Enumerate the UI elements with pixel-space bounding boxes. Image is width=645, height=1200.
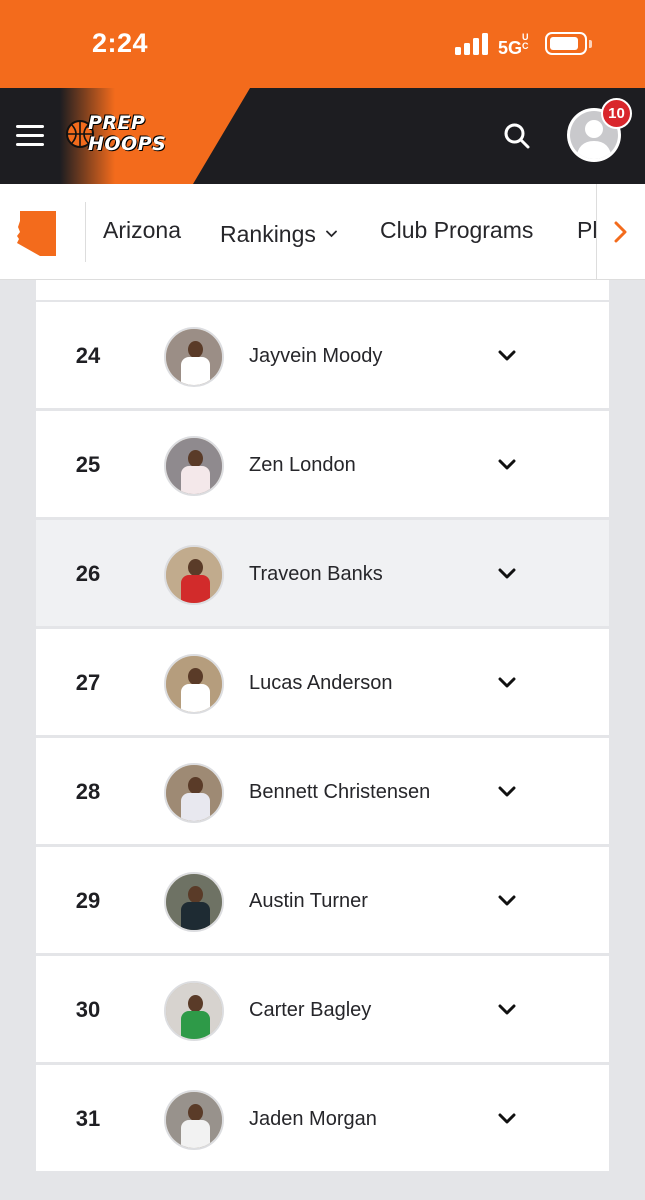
nav-item-arizona[interactable]: Arizona: [103, 217, 181, 244]
player-rank: 28: [75, 779, 101, 804]
table-row[interactable]: 27 Lucas Anderson: [36, 629, 609, 737]
player-name[interactable]: Zen London: [249, 411, 356, 519]
player-name[interactable]: Jaden Morgan: [249, 1065, 377, 1173]
player-name[interactable]: Lucas Anderson: [249, 629, 392, 737]
nav-item-rankings-label: Rankings: [220, 221, 316, 247]
chevron-down-icon[interactable]: [498, 1113, 516, 1125]
table-row[interactable]: 30 Carter Bagley: [36, 956, 609, 1064]
player-photo[interactable]: [164, 1090, 224, 1150]
nav-divider: [85, 202, 86, 262]
search-icon[interactable]: [503, 122, 531, 150]
player-rank: 24: [75, 343, 101, 368]
player-photo[interactable]: [164, 436, 224, 496]
chevron-down-icon[interactable]: [498, 350, 516, 362]
chevron-down-icon[interactable]: [498, 1004, 516, 1016]
chevron-down-icon[interactable]: [498, 568, 516, 580]
player-rank: 31: [75, 1106, 101, 1131]
cellular-signal-icon: [455, 33, 489, 55]
battery-icon: [545, 32, 592, 55]
logo-wordmark: PREP HOOPS: [88, 113, 166, 155]
chevron-down-icon[interactable]: [498, 459, 516, 471]
chevron-down-icon[interactable]: [498, 677, 516, 689]
player-photo[interactable]: [164, 872, 224, 932]
chevron-down-icon[interactable]: [498, 895, 516, 907]
table-row[interactable]: 31 Jaden Morgan: [36, 1065, 609, 1173]
logo-line-1: PREP: [88, 112, 146, 134]
chevron-down-icon: [325, 217, 337, 244]
prep-hoops-logo[interactable]: PREP HOOPS: [66, 112, 184, 160]
player-rank: 25: [75, 452, 101, 477]
player-name[interactable]: Carter Bagley: [249, 956, 371, 1064]
network-indicator: 5GUC: [498, 33, 532, 59]
site-header: PREP HOOPS: [0, 88, 645, 184]
nav-item-players[interactable]: Pl: [577, 217, 597, 244]
table-row[interactable]: 29 Austin Turner: [36, 847, 609, 955]
player-rank: 30: [75, 997, 101, 1022]
logo-line-2: HOOPS: [88, 133, 167, 155]
status-time: 2:24: [92, 28, 149, 58]
player-name[interactable]: Traveon Banks: [249, 520, 383, 628]
menu-icon[interactable]: [16, 125, 44, 147]
status-bar: 2:24 5GUC: [0, 0, 645, 88]
table-row[interactable]: 25 Zen London: [36, 411, 609, 519]
network-label: 5G: [498, 38, 523, 58]
sub-navigation: Arizona Rankings Club Programs Pl: [0, 184, 645, 280]
table-row[interactable]: 26 Traveon Banks: [36, 520, 609, 628]
table-row-partial: [36, 280, 609, 302]
player-rank: 26: [75, 561, 101, 586]
arizona-state-icon[interactable]: [16, 209, 58, 257]
nav-item-club-programs[interactable]: Club Programs: [380, 217, 533, 244]
player-name[interactable]: Jayvein Moody: [249, 302, 382, 410]
notification-badge[interactable]: 10: [601, 98, 632, 129]
player-rank: 27: [75, 670, 101, 695]
chevron-down-icon[interactable]: [498, 786, 516, 798]
player-photo[interactable]: [164, 654, 224, 714]
rankings-list: 24 Jayvein Moody 25 Zen London 26 Traveon Ban…: [36, 280, 609, 1200]
nav-scroll-right-button[interactable]: [596, 184, 645, 279]
nav-item-rankings[interactable]: Rankings: [220, 217, 337, 248]
table-row[interactable]: 28 Bennett Christensen: [36, 738, 609, 846]
player-photo[interactable]: [164, 981, 224, 1041]
chevron-right-icon: [614, 221, 627, 243]
player-rank: 29: [75, 888, 101, 913]
player-photo[interactable]: [164, 545, 224, 605]
player-name[interactable]: Bennett Christensen: [249, 738, 430, 846]
player-photo[interactable]: [164, 327, 224, 387]
network-superscript: UC: [522, 32, 529, 51]
player-photo[interactable]: [164, 763, 224, 823]
table-row[interactable]: 24 Jayvein Moody: [36, 302, 609, 410]
player-name[interactable]: Austin Turner: [249, 847, 368, 955]
